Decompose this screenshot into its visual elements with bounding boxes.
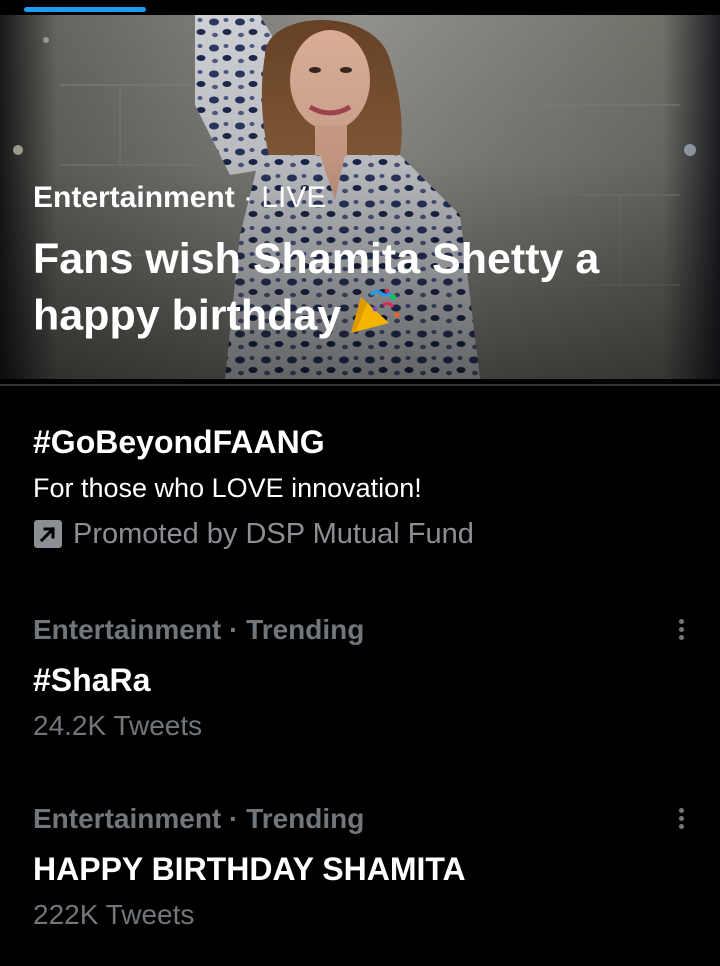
banner-separator: · — [234, 181, 262, 214]
section-divider — [0, 384, 720, 386]
banner-title[interactable]: Fans wish Shamita Shetty a happy birthda… — [33, 231, 693, 349]
trend-tweet-count: 222K Tweets — [33, 899, 195, 930]
trend-meta: Entertainment · Trending — [33, 803, 365, 834]
promoted-arrow-icon — [34, 520, 62, 548]
banner-meta: Entertainment · LIVE — [33, 181, 326, 215]
promoted-description: For those who LOVE innovation! — [33, 473, 422, 503]
trend-item[interactable]: Entertainment · Trending #ShaRa 24.2K Tw… — [33, 612, 720, 744]
banner-category: Entertainment — [33, 181, 235, 214]
live-label: LIVE — [261, 181, 327, 214]
active-tab-indicator — [24, 7, 146, 12]
more-options-icon[interactable] — [671, 616, 691, 646]
trend-meta: Entertainment · Trending — [33, 614, 365, 645]
promoted-by-row: Promoted by DSP Mutual Fund — [33, 516, 693, 552]
trend-title[interactable]: #ShaRa — [33, 660, 720, 700]
trend-tweet-count: 24.2K Tweets — [33, 710, 203, 741]
banner-title-text: Fans wish Shamita Shetty a happy birthda… — [33, 235, 600, 340]
party-popper-icon — [347, 287, 403, 349]
trend-item[interactable]: Entertainment · Trending HAPPY BIRTHDAY … — [33, 801, 720, 933]
more-options-icon[interactable] — [671, 805, 691, 835]
trend-title[interactable]: HAPPY BIRTHDAY SHAMITA — [33, 849, 720, 889]
promoted-by-label: Promoted by DSP Mutual Fund — [73, 518, 474, 550]
promoted-trend[interactable]: #GoBeyondFAANG For those who LOVE innova… — [33, 420, 693, 552]
promoted-hashtag[interactable]: #GoBeyondFAANG — [33, 420, 693, 464]
live-event-banner[interactable]: Entertainment · LIVE Fans wish Shamita S… — [0, 15, 720, 379]
